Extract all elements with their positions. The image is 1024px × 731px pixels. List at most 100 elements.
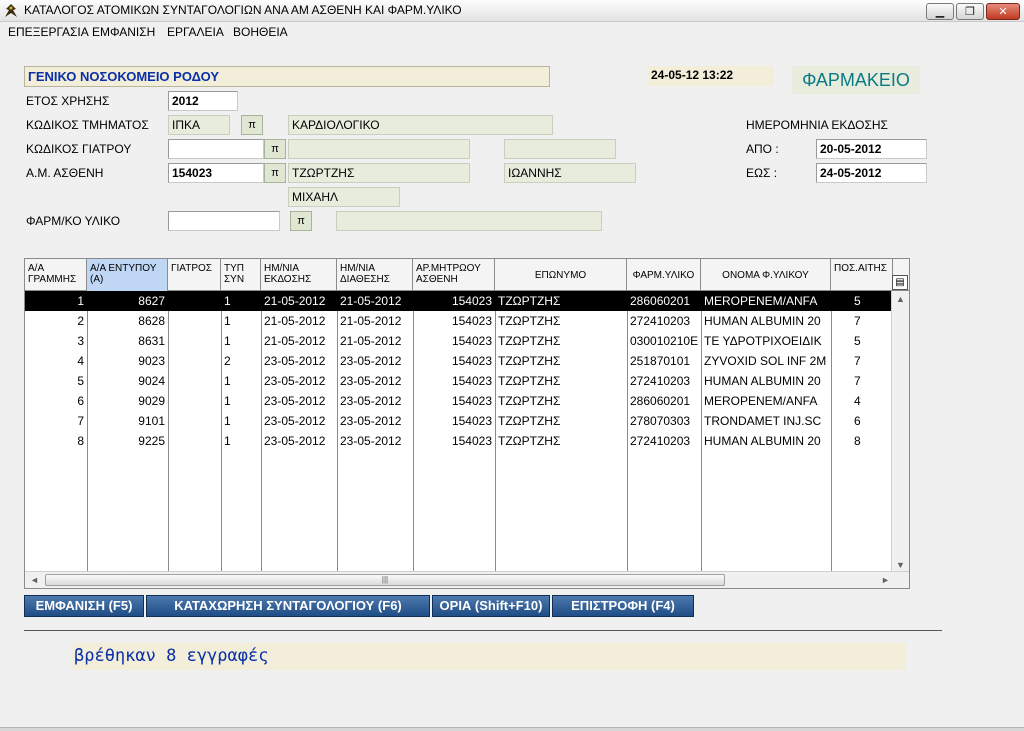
limits-button[interactable]: ΟΡΙΑ (Shift+F10) xyxy=(432,595,550,617)
col-form-no[interactable]: Α/Α ΕΝΤΥΠΟΥ (Α) xyxy=(87,259,168,291)
cell-type: 1 xyxy=(224,374,231,388)
show-button[interactable]: ΕΜΦΑΝΙΣΗ (F5) xyxy=(24,595,144,617)
cell-dispense-date: 23-05-2012 xyxy=(340,354,402,368)
minimize-button[interactable]: ▁ xyxy=(926,3,954,20)
cell-qty: 5 xyxy=(854,294,861,308)
app-icon xyxy=(5,4,17,17)
cell-issue-date: 23-05-2012 xyxy=(264,434,326,448)
cell-dispense-date: 23-05-2012 xyxy=(340,434,402,448)
scroll-thumb[interactable]: ||| xyxy=(45,574,725,586)
menu-edit[interactable]: ΕΠΕΞΕΡΓΑΣΙΑ xyxy=(8,25,89,39)
title-bar: ΚΑΤΑΛΟΓΟΣ ΑΤΟΜΙΚΩΝ ΣΥΝΤΑΓΟΛΟΓΙΩΝ ΑΝΑ ΑΜ … xyxy=(0,0,1024,22)
table-row[interactable]: 3 8631 1 21-05-2012 21-05-2012 154023 ΤΖ… xyxy=(25,331,891,351)
cell-line-no: 5 xyxy=(77,374,84,388)
maximize-button[interactable]: ❐ xyxy=(956,3,984,20)
grid-header: Α/Α ΓΡΑΜΜΗΣ Α/Α ΕΝΤΥΠΟΥ (Α) ΓΙΑΤΡΟΣ ΤΥΠ … xyxy=(25,259,909,291)
bottom-edge xyxy=(0,727,1024,731)
patient-lookup-button[interactable]: π xyxy=(264,163,286,183)
cell-patient-am: 154023 xyxy=(451,434,492,448)
cell-type: 1 xyxy=(224,314,231,328)
col-patient-am[interactable]: ΑΡ.ΜΗΤΡΩΟΥ ΑΣΘΕΝΗ xyxy=(413,259,495,291)
scroll-left-icon[interactable]: ◄ xyxy=(30,575,39,585)
cell-surname: ΤΖΩΡΤΖΗΣ xyxy=(498,354,561,368)
patient-am-field[interactable]: 154023 xyxy=(168,163,264,183)
cell-dispense-date: 21-05-2012 xyxy=(340,334,402,348)
cell-qty: 6 xyxy=(854,414,861,428)
cell-material-name: ZYVOXID SOL INF 2M xyxy=(704,354,827,368)
cell-form-no: 9101 xyxy=(138,414,165,428)
col-line-no[interactable]: Α/Α ΓΡΑΜΜΗΣ xyxy=(25,259,87,291)
cell-patient-am: 154023 xyxy=(451,414,492,428)
cell-line-no: 7 xyxy=(77,414,84,428)
doctor-lookup-button[interactable]: π xyxy=(264,139,286,159)
cell-material-name: HUMAN ALBUMIN 20 xyxy=(704,314,821,328)
scroll-up-icon[interactable]: ▲ xyxy=(896,294,905,304)
cell-patient-am: 154023 xyxy=(451,354,492,368)
to-date-field[interactable]: 24-05-2012 xyxy=(816,163,927,183)
issue-date-label: ΗΜΕΡΟΜΗΝΙΑ ΕΚΔΟΣΗΣ xyxy=(746,118,888,132)
col-doctor[interactable]: ΓΙΑΤΡΟΣ xyxy=(168,259,221,291)
to-label: ΕΩΣ : xyxy=(746,166,778,180)
cell-issue-date: 21-05-2012 xyxy=(264,294,326,308)
table-row[interactable]: 5 9024 1 23-05-2012 23-05-2012 154023 ΤΖ… xyxy=(25,371,891,391)
cell-doctor xyxy=(168,351,221,371)
cell-material-name: HUMAN ALBUMIN 20 xyxy=(704,434,821,448)
patient-firstname-field: ΙΩΑΝΝΗΣ xyxy=(504,163,636,183)
prescriptions-grid[interactable]: Α/Α ΓΡΑΜΜΗΣ Α/Α ΕΝΤΥΠΟΥ (Α) ΓΙΑΤΡΟΣ ΤΥΠ … xyxy=(24,258,910,589)
table-row[interactable]: 8 9225 1 23-05-2012 23-05-2012 154023 ΤΖ… xyxy=(25,431,891,451)
cell-patient-am: 154023 xyxy=(451,294,492,308)
table-row[interactable]: 6 9029 1 23-05-2012 23-05-2012 154023 ΤΖ… xyxy=(25,391,891,411)
cell-material: 272410203 xyxy=(630,314,691,328)
col-issue-date[interactable]: ΗΜ/ΝΙΑ ΕΚΔΟΣΗΣ xyxy=(261,259,337,291)
doctor-code-field[interactable] xyxy=(168,139,264,159)
horizontal-scrollbar[interactable]: ◄ ||| ► xyxy=(25,571,909,588)
cell-material: 251870101 xyxy=(630,354,691,368)
dept-code-field[interactable]: ΙΠΚΑ xyxy=(168,115,230,135)
table-row[interactable]: 7 9101 1 23-05-2012 23-05-2012 154023 ΤΖ… xyxy=(25,411,891,431)
back-button[interactable]: ΕΠΙΣΤΡΟΦΗ (F4) xyxy=(552,595,694,617)
cell-doctor xyxy=(168,311,221,331)
cell-form-no: 9225 xyxy=(138,434,165,448)
records-found-message: βρέθηκαν 8 εγγραφές xyxy=(72,643,906,670)
col-material-name[interactable]: ΟΝΟΜΑ Φ.ΥΛΙΚΟΥ xyxy=(701,259,831,291)
close-button[interactable]: ✕ xyxy=(986,3,1020,20)
cell-doctor xyxy=(168,431,221,451)
dept-lookup-button[interactable]: π xyxy=(241,115,263,135)
material-code-field[interactable] xyxy=(168,211,280,231)
cell-material-name: ΤΕ ΥΔΡΟΤΡΙΧΟΕΙΔΙΚ xyxy=(704,334,822,348)
year-field[interactable]: 2012 xyxy=(168,91,238,111)
material-lookup-button[interactable]: π xyxy=(290,211,312,231)
table-row[interactable]: 2 8628 1 21-05-2012 21-05-2012 154023 ΤΖ… xyxy=(25,311,891,331)
cell-form-no: 8627 xyxy=(138,294,165,308)
col-qty[interactable]: ΠΟΣ.ΑΙΤΗΣ xyxy=(831,259,893,291)
scroll-right-icon[interactable]: ► xyxy=(881,575,890,585)
doctor-surname-field xyxy=(288,139,470,159)
col-surname[interactable]: ΕΠΩΝΥΜΟ xyxy=(495,259,627,291)
col-type[interactable]: ΤΥΠ ΣΥΝ xyxy=(221,259,261,291)
cell-qty: 5 xyxy=(854,334,861,348)
register-prescription-button[interactable]: ΚΑΤΑΧΩΡΗΣΗ ΣΥΝΤΑΓΟΛΟΓΙΟΥ (F6) xyxy=(146,595,430,617)
from-date-field[interactable]: 20-05-2012 xyxy=(816,139,927,159)
material-name-field xyxy=(336,211,602,231)
menu-view[interactable]: ΕΜΦΑΝΙΣΗ xyxy=(92,25,155,39)
grid-menu-icon[interactable]: ▤ xyxy=(892,275,908,290)
col-dispense-date[interactable]: ΗΜ/ΝΙΑ ΔΙΑΘΕΣΗΣ xyxy=(337,259,413,291)
cell-form-no: 9024 xyxy=(138,374,165,388)
scroll-down-icon[interactable]: ▼ xyxy=(896,560,905,570)
cell-line-no: 6 xyxy=(77,394,84,408)
menu-help[interactable]: ΒΟΗΘΕΙΑ xyxy=(233,25,288,39)
pharmacy-title: ΦΑΡΜΑΚΕΙΟ xyxy=(792,66,920,94)
vertical-scrollbar[interactable]: ▲ ▼ xyxy=(891,291,909,573)
col-material[interactable]: ΦΑΡΜ.ΥΛΙΚΟ xyxy=(627,259,701,291)
table-row[interactable]: 1 8627 1 21-05-2012 21-05-2012 154023 ΤΖ… xyxy=(25,291,891,311)
cell-qty: 8 xyxy=(854,434,861,448)
cell-material-name: MEROPENEM/ANFA xyxy=(704,394,818,408)
year-label: ΕΤΟΣ ΧΡΗΣΗΣ xyxy=(26,94,110,108)
cell-surname: ΤΖΩΡΤΖΗΣ xyxy=(498,374,561,388)
cell-form-no: 8628 xyxy=(138,314,165,328)
table-row[interactable]: 4 9023 2 23-05-2012 23-05-2012 154023 ΤΖ… xyxy=(25,351,891,371)
cell-form-no: 9023 xyxy=(138,354,165,368)
menu-tools[interactable]: ΕΡΓΑΛΕΙΑ xyxy=(167,25,224,39)
doctor-label: ΚΩΔΙΚΟΣ ΓΙΑΤΡΟΥ xyxy=(26,142,132,156)
cell-issue-date: 21-05-2012 xyxy=(264,314,326,328)
